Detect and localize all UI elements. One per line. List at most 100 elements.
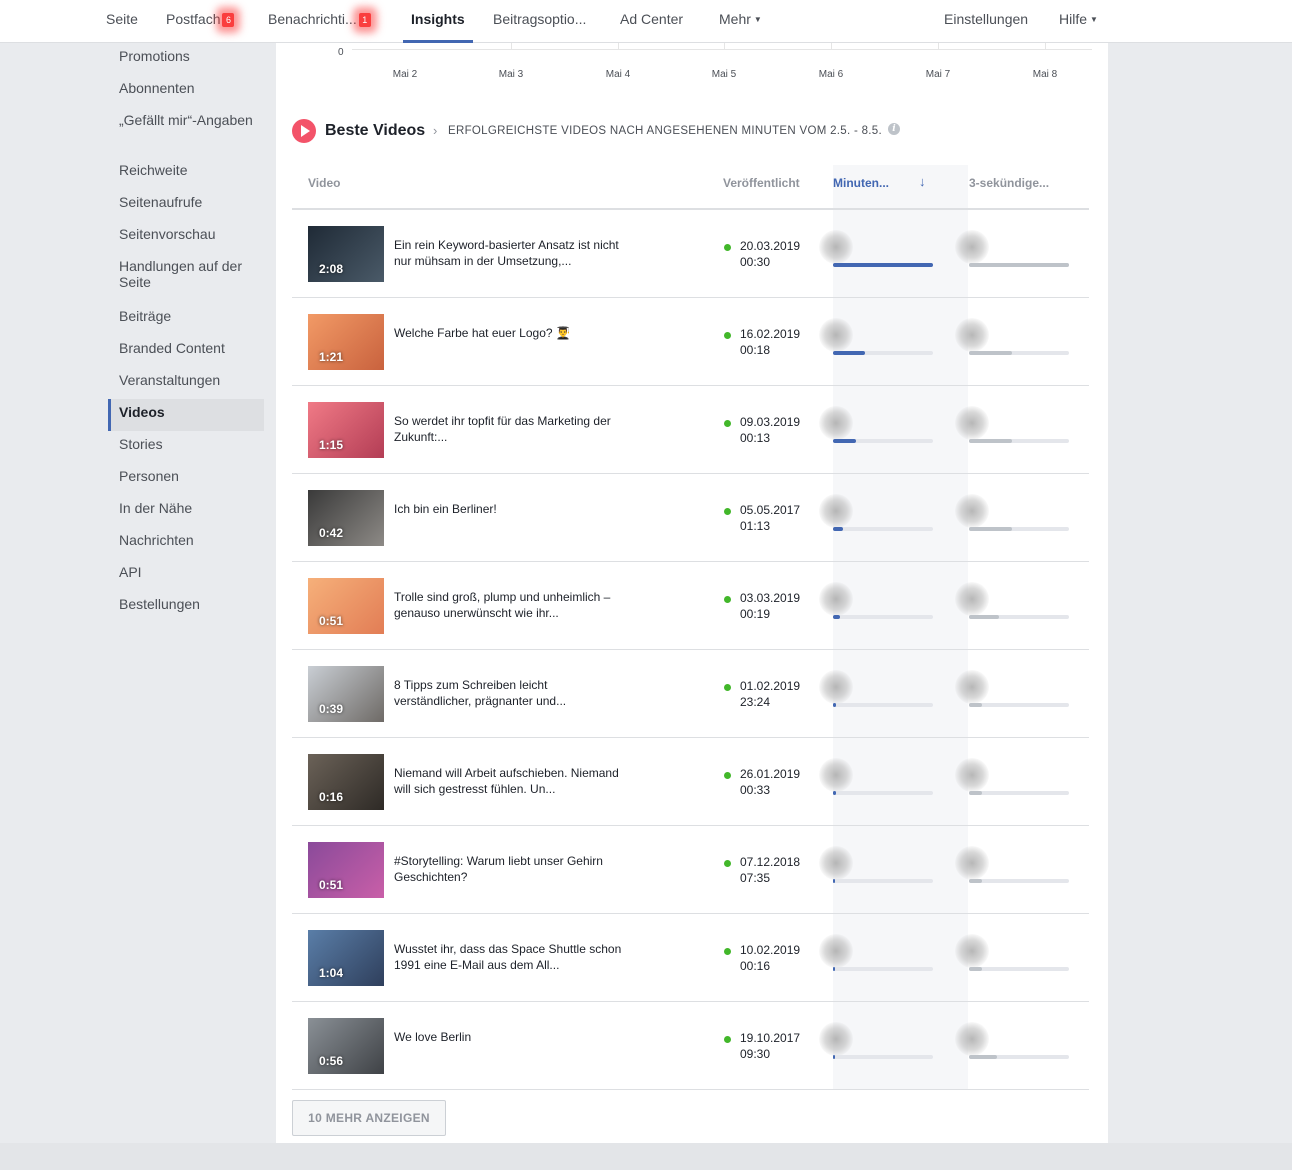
table-row[interactable]: 0:51 #Storytelling: Warum liebt unser Geh… — [292, 826, 1089, 914]
table-row[interactable]: 1:15 So werdet ihr topfit für das Marketi… — [292, 386, 1089, 474]
views-bar-fill — [969, 263, 1069, 267]
show-more-button[interactable]: 10 MEHR ANZEIGEN — [292, 1100, 446, 1136]
table-row[interactable]: 0:16 Niemand will Arbeit aufschieben. Nie… — [292, 738, 1089, 826]
table-row[interactable]: 0:56 We love Berlin 19.10.2017 09:30 — [292, 1002, 1089, 1090]
video-duration: 0:42 — [319, 526, 344, 540]
sidebar-item-in-der-naehe[interactable]: In der Nähe — [108, 495, 264, 527]
video-thumbnail[interactable]: 0:51 — [308, 842, 384, 898]
column-header-3sec-views[interactable]: 3-sekündige... — [969, 176, 1049, 190]
published-date: 03.03.2019 — [740, 591, 801, 605]
table-row[interactable]: 0:42 Ich bin ein Berliner! 05.05.2017 01:13 — [292, 474, 1089, 562]
nav-item-benachrichtigungen[interactable]: Benachrichti... 1 — [268, 0, 371, 43]
video-title[interactable]: Niemand will Arbeit aufschieben. Niemand… — [394, 765, 624, 797]
sidebar-item-personen[interactable]: Personen — [108, 463, 264, 495]
published-time: 09:30 — [740, 1047, 771, 1061]
nav-item-insights[interactable]: Insights — [403, 0, 473, 43]
blurred-minutes-value — [819, 758, 853, 792]
blurred-minutes-value — [819, 318, 853, 352]
published-status-dot — [724, 948, 731, 955]
sidebar-item-gefaellt-mir[interactable]: „Gefällt mir“-Angaben — [108, 107, 264, 157]
column-header-video[interactable]: Video — [308, 176, 340, 190]
video-title[interactable]: Trolle sind groß, plump und unheimlich –… — [394, 589, 624, 621]
minutes-bar — [833, 791, 933, 795]
published-time: 00:18 — [740, 343, 771, 357]
nav-item-einstellungen[interactable]: Einstellungen — [944, 0, 1028, 43]
published-status-dot — [724, 596, 731, 603]
video-duration: 0:51 — [319, 614, 344, 628]
video-duration: 1:04 — [319, 966, 344, 980]
minutes-bar-fill — [833, 879, 835, 883]
sidebar-item-stories[interactable]: Stories — [108, 431, 264, 463]
nav-item-beitragsoptionen[interactable]: Beitragsoptio... — [493, 0, 586, 43]
published-datetime: 01.02.2019 23:24 — [740, 678, 800, 710]
sidebar-item-reichweite[interactable]: Reichweite — [108, 157, 264, 189]
sort-descending-icon[interactable]: ↓ — [919, 174, 926, 189]
views-bar-fill — [969, 791, 982, 795]
chart-gridline — [938, 43, 939, 49]
section-title: Beste Videos — [325, 122, 426, 139]
sidebar-item-seitenvorschau[interactable]: Seitenvorschau — [108, 221, 264, 253]
table-body: 2:08 Ein rein Keyword-basierter Ansatz is… — [292, 210, 1089, 1090]
video-thumbnail[interactable]: 1:04 — [308, 930, 384, 986]
video-thumbnail[interactable]: 1:15 — [308, 402, 384, 458]
nav-item-mehr[interactable]: Mehr ▼ — [719, 0, 762, 43]
column-header-published[interactable]: Veröffentlicht — [723, 176, 800, 190]
published-time: 00:30 — [740, 255, 771, 269]
video-thumbnail[interactable]: 1:21 — [308, 314, 384, 370]
sidebar-item-seitenaufrufe[interactable]: Seitenaufrufe — [108, 189, 264, 221]
sidebar-item-handlungen[interactable]: Handlungen auf der Seite — [108, 253, 264, 303]
minutes-bar-fill — [833, 967, 835, 971]
video-title[interactable]: #Storytelling: Warum liebt unser Gehirn … — [394, 853, 624, 885]
column-header-minutes[interactable]: Minuten... — [833, 176, 889, 190]
views-bar-fill — [969, 351, 1012, 355]
sidebar-item-nachrichten[interactable]: Nachrichten — [108, 527, 264, 559]
video-title[interactable]: Welche Farbe hat euer Logo? 👨‍🎓 — [394, 325, 624, 341]
sidebar-item-promotions[interactable]: Promotions — [108, 43, 264, 75]
blurred-minutes-value — [819, 582, 853, 616]
nav-item-hilfe[interactable]: Hilfe ▼ — [1059, 0, 1098, 43]
table-row[interactable]: 1:21 Welche Farbe hat euer Logo? 👨‍🎓 16.02… — [292, 298, 1089, 386]
sidebar-item-bestellungen[interactable]: Bestellungen — [108, 591, 264, 623]
nav-item-seite[interactable]: Seite — [106, 0, 138, 43]
published-datetime: 07.12.2018 07:35 — [740, 854, 800, 886]
published-status-dot — [724, 420, 731, 427]
sidebar-item-veranstaltungen[interactable]: Veranstaltungen — [108, 367, 264, 399]
blurred-views-value — [955, 494, 989, 528]
video-thumbnail[interactable]: 0:42 — [308, 490, 384, 546]
views-bar — [969, 615, 1069, 619]
sidebar-item-beitraege[interactable]: Beiträge — [108, 303, 264, 335]
table-row[interactable]: 1:04 Wusstet ihr, dass das Space Shuttle … — [292, 914, 1089, 1002]
nav-item-postfach[interactable]: Postfach 6 — [166, 0, 235, 43]
video-title[interactable]: Ich bin ein Berliner! — [394, 501, 624, 517]
video-title[interactable]: Wusstet ihr, dass das Space Shuttle scho… — [394, 941, 624, 973]
views-bar-fill — [969, 703, 982, 707]
sidebar-item-api[interactable]: API — [108, 559, 264, 591]
table-row[interactable]: 0:39 8 Tipps zum Schreiben leicht verstän… — [292, 650, 1089, 738]
video-thumbnail[interactable]: 2:08 — [308, 226, 384, 282]
published-date: 05.05.2017 — [740, 503, 801, 517]
published-status-dot — [724, 244, 731, 251]
blurred-views-value — [955, 758, 989, 792]
views-bar — [969, 703, 1069, 707]
chart-gridline — [618, 43, 619, 49]
views-bar-fill — [969, 967, 982, 971]
video-title[interactable]: 8 Tipps zum Schreiben leicht verständlic… — [394, 677, 624, 709]
video-thumbnail[interactable]: 0:51 — [308, 578, 384, 634]
minutes-bar-fill — [833, 527, 843, 531]
video-title[interactable]: So werdet ihr topfit für das Marketing d… — [394, 413, 624, 445]
sidebar-item-branded-content[interactable]: Branded Content — [108, 335, 264, 367]
video-thumbnail[interactable]: 0:16 — [308, 754, 384, 810]
nav-item-ad-center[interactable]: Ad Center — [620, 0, 683, 43]
notification-badge: 1 — [358, 13, 371, 27]
table-row[interactable]: 0:51 Trolle sind groß, plump und unheimli… — [292, 562, 1089, 650]
published-datetime: 16.02.2019 00:18 — [740, 326, 800, 358]
blurred-minutes-value — [819, 670, 853, 704]
sidebar-item-abonnenten[interactable]: Abonnenten — [108, 75, 264, 107]
video-title[interactable]: Ein rein Keyword-basierter Ansatz ist ni… — [394, 237, 624, 269]
video-thumbnail[interactable]: 0:39 — [308, 666, 384, 722]
info-icon[interactable]: i — [888, 123, 900, 135]
video-thumbnail[interactable]: 0:56 — [308, 1018, 384, 1074]
table-row[interactable]: 2:08 Ein rein Keyword-basierter Ansatz is… — [292, 210, 1089, 298]
video-title[interactable]: We love Berlin — [394, 1029, 624, 1045]
sidebar-item-videos[interactable]: Videos — [108, 399, 264, 431]
